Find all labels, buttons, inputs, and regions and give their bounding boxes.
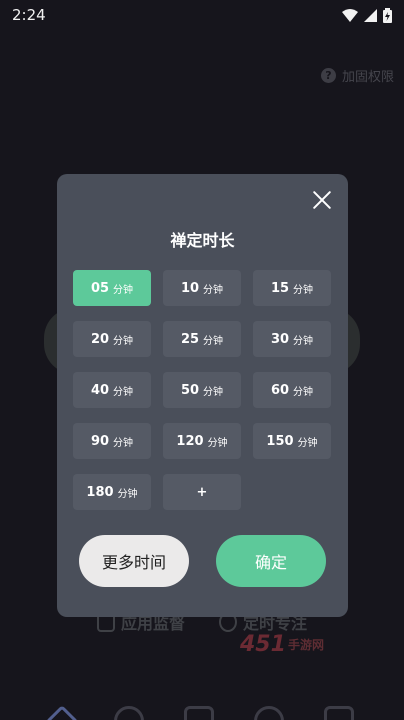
status-bar: 2:24 — [0, 0, 404, 30]
duration-option-unit: 分钟 — [203, 284, 224, 296]
duration-option-value: 50 — [180, 382, 200, 398]
duration-option-unit: 分钟 — [113, 284, 134, 296]
home-nav-icon[interactable] — [45, 705, 79, 720]
permission-label: 加固权限 — [341, 70, 394, 85]
duration-option-unit: 分钟 — [113, 335, 134, 347]
more-time-button[interactable]: 更多时间 — [79, 535, 189, 587]
duration-option-25[interactable]: 25 分钟 — [163, 321, 241, 357]
duration-option-value: 20 — [90, 331, 110, 347]
duration-option-unit: 分钟 — [117, 488, 138, 500]
permission-link[interactable]: ? 加固权限 — [320, 66, 394, 85]
duration-option-50[interactable]: 50 分钟 — [163, 372, 241, 408]
dialog-title: 禅定时长 — [170, 231, 235, 250]
watermark-sub: 手游网 — [287, 638, 324, 652]
duration-option-value: + — [196, 484, 208, 500]
duration-option-unit: 分钟 — [293, 335, 314, 347]
duration-option-180[interactable]: 180 分钟 — [73, 474, 151, 510]
status-icons — [342, 7, 392, 23]
duration-option-60[interactable]: 60 分钟 — [253, 372, 331, 408]
duration-option-value: 120 — [176, 433, 204, 449]
watermark-main: 451 — [240, 632, 286, 657]
status-time: 2:24 — [12, 6, 46, 24]
signal-icon — [364, 8, 377, 22]
duration-option-10[interactable]: 10 分钟 — [163, 270, 241, 306]
duration-option-unit: 分钟 — [293, 386, 314, 398]
duration-option-unit: 分钟 — [293, 284, 314, 296]
duration-option-value: 90 — [90, 433, 110, 449]
nav-shield-icon[interactable] — [324, 706, 354, 720]
duration-option-unit: 分钟 — [203, 386, 224, 398]
nav-circle-icon-2[interactable] — [254, 706, 284, 720]
duration-option-120[interactable]: 120 分钟 — [163, 423, 241, 459]
watermark: 451 手游网 — [240, 632, 324, 657]
duration-option-unit: 分钟 — [113, 386, 134, 398]
duration-option-unit: 分钟 — [297, 437, 318, 449]
nav-square-icon[interactable] — [184, 706, 214, 720]
duration-option-15[interactable]: 15 分钟 — [253, 270, 331, 306]
duration-option-value: 05 — [90, 280, 110, 296]
duration-option-value: 25 — [180, 331, 200, 347]
close-icon[interactable] — [312, 190, 332, 210]
duration-option-150[interactable]: 150 分钟 — [253, 423, 331, 459]
bottom-nav — [0, 700, 404, 720]
duration-option-unit: 分钟 — [113, 437, 134, 449]
wifi-icon — [342, 8, 358, 22]
duration-option-value: 150 — [266, 433, 294, 449]
battery-icon — [383, 7, 392, 23]
duration-option-add[interactable]: + — [163, 474, 241, 510]
confirm-button[interactable]: 确定 — [216, 535, 326, 587]
duration-option-value: 40 — [90, 382, 110, 398]
duration-option-unit: 分钟 — [203, 335, 224, 347]
duration-option-20[interactable]: 20 分钟 — [73, 321, 151, 357]
help-icon: ? — [320, 68, 336, 83]
duration-option-value: 30 — [270, 331, 290, 347]
duration-option-05[interactable]: 05 分钟 — [73, 270, 151, 306]
duration-dialog: 禅定时长 05 分钟 10 分钟 15 分钟 20 分钟 25 分钟 30 分钟 40 分钟 50 分钟 60 分… — [57, 174, 348, 617]
duration-option-unit: 分钟 — [207, 437, 228, 449]
duration-option-value: 180 — [86, 484, 114, 500]
duration-option-value: 10 — [180, 280, 200, 296]
duration-option-value: 15 — [270, 280, 290, 296]
nav-circle-icon[interactable] — [114, 706, 144, 720]
duration-options: 05 分钟 10 分钟 15 分钟 20 分钟 25 分钟 30 分钟 40 分钟 50 分钟 60 分钟 90 分钟… — [73, 270, 331, 510]
duration-option-value: 60 — [270, 382, 290, 398]
duration-option-40[interactable]: 40 分钟 — [73, 372, 151, 408]
duration-option-90[interactable]: 90 分钟 — [73, 423, 151, 459]
duration-option-30[interactable]: 30 分钟 — [253, 321, 331, 357]
